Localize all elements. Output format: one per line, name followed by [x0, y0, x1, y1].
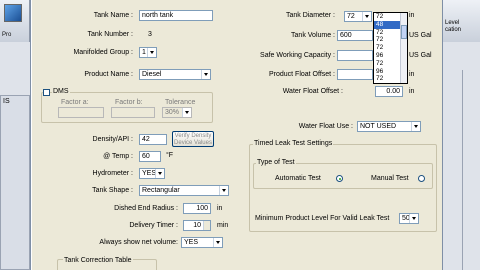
tank-setup-dialog: Tank Name : north tank Tank Number : 3 M…	[30, 0, 443, 270]
tank-name-label: Tank Name :	[93, 12, 133, 19]
manifolded-group-select[interactable]: 1	[139, 47, 157, 58]
tank-shape-select[interactable]: Rectangular	[139, 185, 229, 196]
tolerance-label: Tolerance	[165, 99, 196, 106]
chevron-down-icon[interactable]	[213, 238, 222, 247]
tank-diameter-unit: in	[409, 12, 415, 19]
safe-working-capacity-label: Safe Working Capacity :	[260, 52, 335, 59]
chevron-down-icon[interactable]	[409, 214, 418, 223]
tank-number-label: Tank Number :	[87, 31, 133, 38]
type-of-test-title: Type of Test	[256, 159, 296, 166]
tank-volume-label: Tank Volume :	[291, 32, 335, 39]
tank-number-value: 3	[148, 31, 152, 38]
dished-end-radius-input[interactable]: 100	[183, 203, 211, 214]
safe-working-capacity-input[interactable]	[337, 50, 373, 61]
verify-density-button[interactable]: Verify Density Device Values	[172, 131, 214, 147]
hydrometer-label: Hydrometer :	[92, 170, 133, 177]
factor-a-input[interactable]	[58, 107, 104, 118]
tank-shape-label: Tank Shape :	[92, 187, 133, 194]
chevron-down-icon[interactable]	[155, 169, 164, 178]
timed-leak-test-title: Timed Leak Test Settings	[253, 140, 334, 147]
always-show-net-select[interactable]: YES	[181, 237, 223, 248]
dished-end-radius-label: Dished End Radius :	[114, 205, 178, 212]
product-name-label: Product Name :	[84, 71, 133, 78]
tank-diameter-option[interactable]: 96	[374, 83, 407, 84]
density-label: Density/API :	[92, 136, 133, 143]
water-float-use-label: Water Float Use :	[298, 123, 353, 130]
water-float-offset-label: Water Float Offset :	[282, 88, 343, 95]
dished-end-radius-unit: in	[217, 205, 223, 212]
delivery-timer-input[interactable]: 10	[183, 220, 211, 231]
water-float-use-select[interactable]: NOT USED	[357, 121, 421, 132]
parent-left-panel	[0, 95, 30, 270]
chevron-down-icon[interactable]	[411, 122, 420, 131]
parent-toolbar-button-left[interactable]: Pro	[0, 0, 30, 42]
parent-right-tool-label: Level cation	[445, 20, 462, 33]
delivery-timer-label: Delivery Timer :	[129, 222, 178, 229]
scrollbar-thumb[interactable]	[401, 25, 407, 39]
program-icon	[4, 4, 22, 22]
tolerance-select[interactable]: 30%	[162, 107, 192, 118]
temp-label: @ Temp :	[103, 153, 133, 160]
temp-input[interactable]: 60	[139, 151, 161, 162]
water-float-offset-input[interactable]: 0.00	[375, 86, 403, 97]
density-input[interactable]: 42	[139, 134, 167, 145]
chevron-down-icon[interactable]	[147, 48, 156, 57]
tank-diameter-dropdown-list[interactable]: 72487272729672967296	[373, 12, 408, 84]
product-name-select[interactable]: Diesel	[139, 69, 211, 80]
factor-b-input[interactable]	[111, 107, 155, 118]
tank-diameter-select[interactable]: 72	[344, 11, 372, 22]
always-show-net-label: Always show net volume:	[99, 239, 178, 246]
factor-b-label: Factor b:	[115, 99, 143, 106]
parent-toolbar-label: Pro	[2, 32, 12, 38]
chevron-down-icon[interactable]	[182, 108, 191, 117]
tank-name-input[interactable]: north tank	[139, 10, 213, 21]
temp-unit: °F	[166, 152, 174, 159]
chevron-down-icon[interactable]	[362, 12, 371, 21]
dms-group-title: DMS	[52, 88, 70, 95]
product-float-offset-label: Product Float Offset :	[268, 71, 335, 78]
min-product-level-label: Minimum Product Level For Valid Leak Tes…	[255, 215, 390, 222]
chevron-down-icon[interactable]	[219, 186, 228, 195]
tank-diameter-label: Tank Diameter :	[285, 12, 335, 19]
chevron-down-icon[interactable]	[201, 70, 210, 79]
tank-volume-input[interactable]: 600	[337, 30, 373, 41]
manual-test-label: Manual Test	[371, 175, 409, 182]
manifolded-group-label: Manifolded Group :	[73, 49, 133, 56]
correction-table-label: Tank Correction Table	[63, 257, 133, 264]
divider	[462, 70, 463, 270]
automatic-test-label: Automatic Test	[275, 175, 321, 182]
parent-left-panel-label: IS	[3, 98, 10, 105]
hydrometer-select[interactable]: YES	[139, 168, 165, 179]
parent-toolbar-button-right[interactable]: Level cation	[443, 0, 480, 42]
scrollbar[interactable]	[400, 13, 407, 83]
product-float-offset-input[interactable]	[337, 69, 373, 80]
safe-working-capacity-unit: US Gal	[409, 52, 432, 59]
dms-checkbox[interactable]	[43, 89, 50, 96]
automatic-test-radio[interactable]	[336, 175, 343, 182]
water-float-offset-unit: in	[409, 88, 415, 95]
factor-a-label: Factor a:	[61, 99, 89, 106]
product-float-offset-unit: in	[409, 71, 415, 78]
tank-volume-unit: US Gal	[409, 32, 432, 39]
min-product-level-select[interactable]: 50%	[399, 213, 419, 224]
spinner-icon[interactable]	[203, 221, 210, 230]
delivery-timer-unit: min	[217, 222, 229, 229]
manual-test-radio[interactable]	[418, 175, 425, 182]
